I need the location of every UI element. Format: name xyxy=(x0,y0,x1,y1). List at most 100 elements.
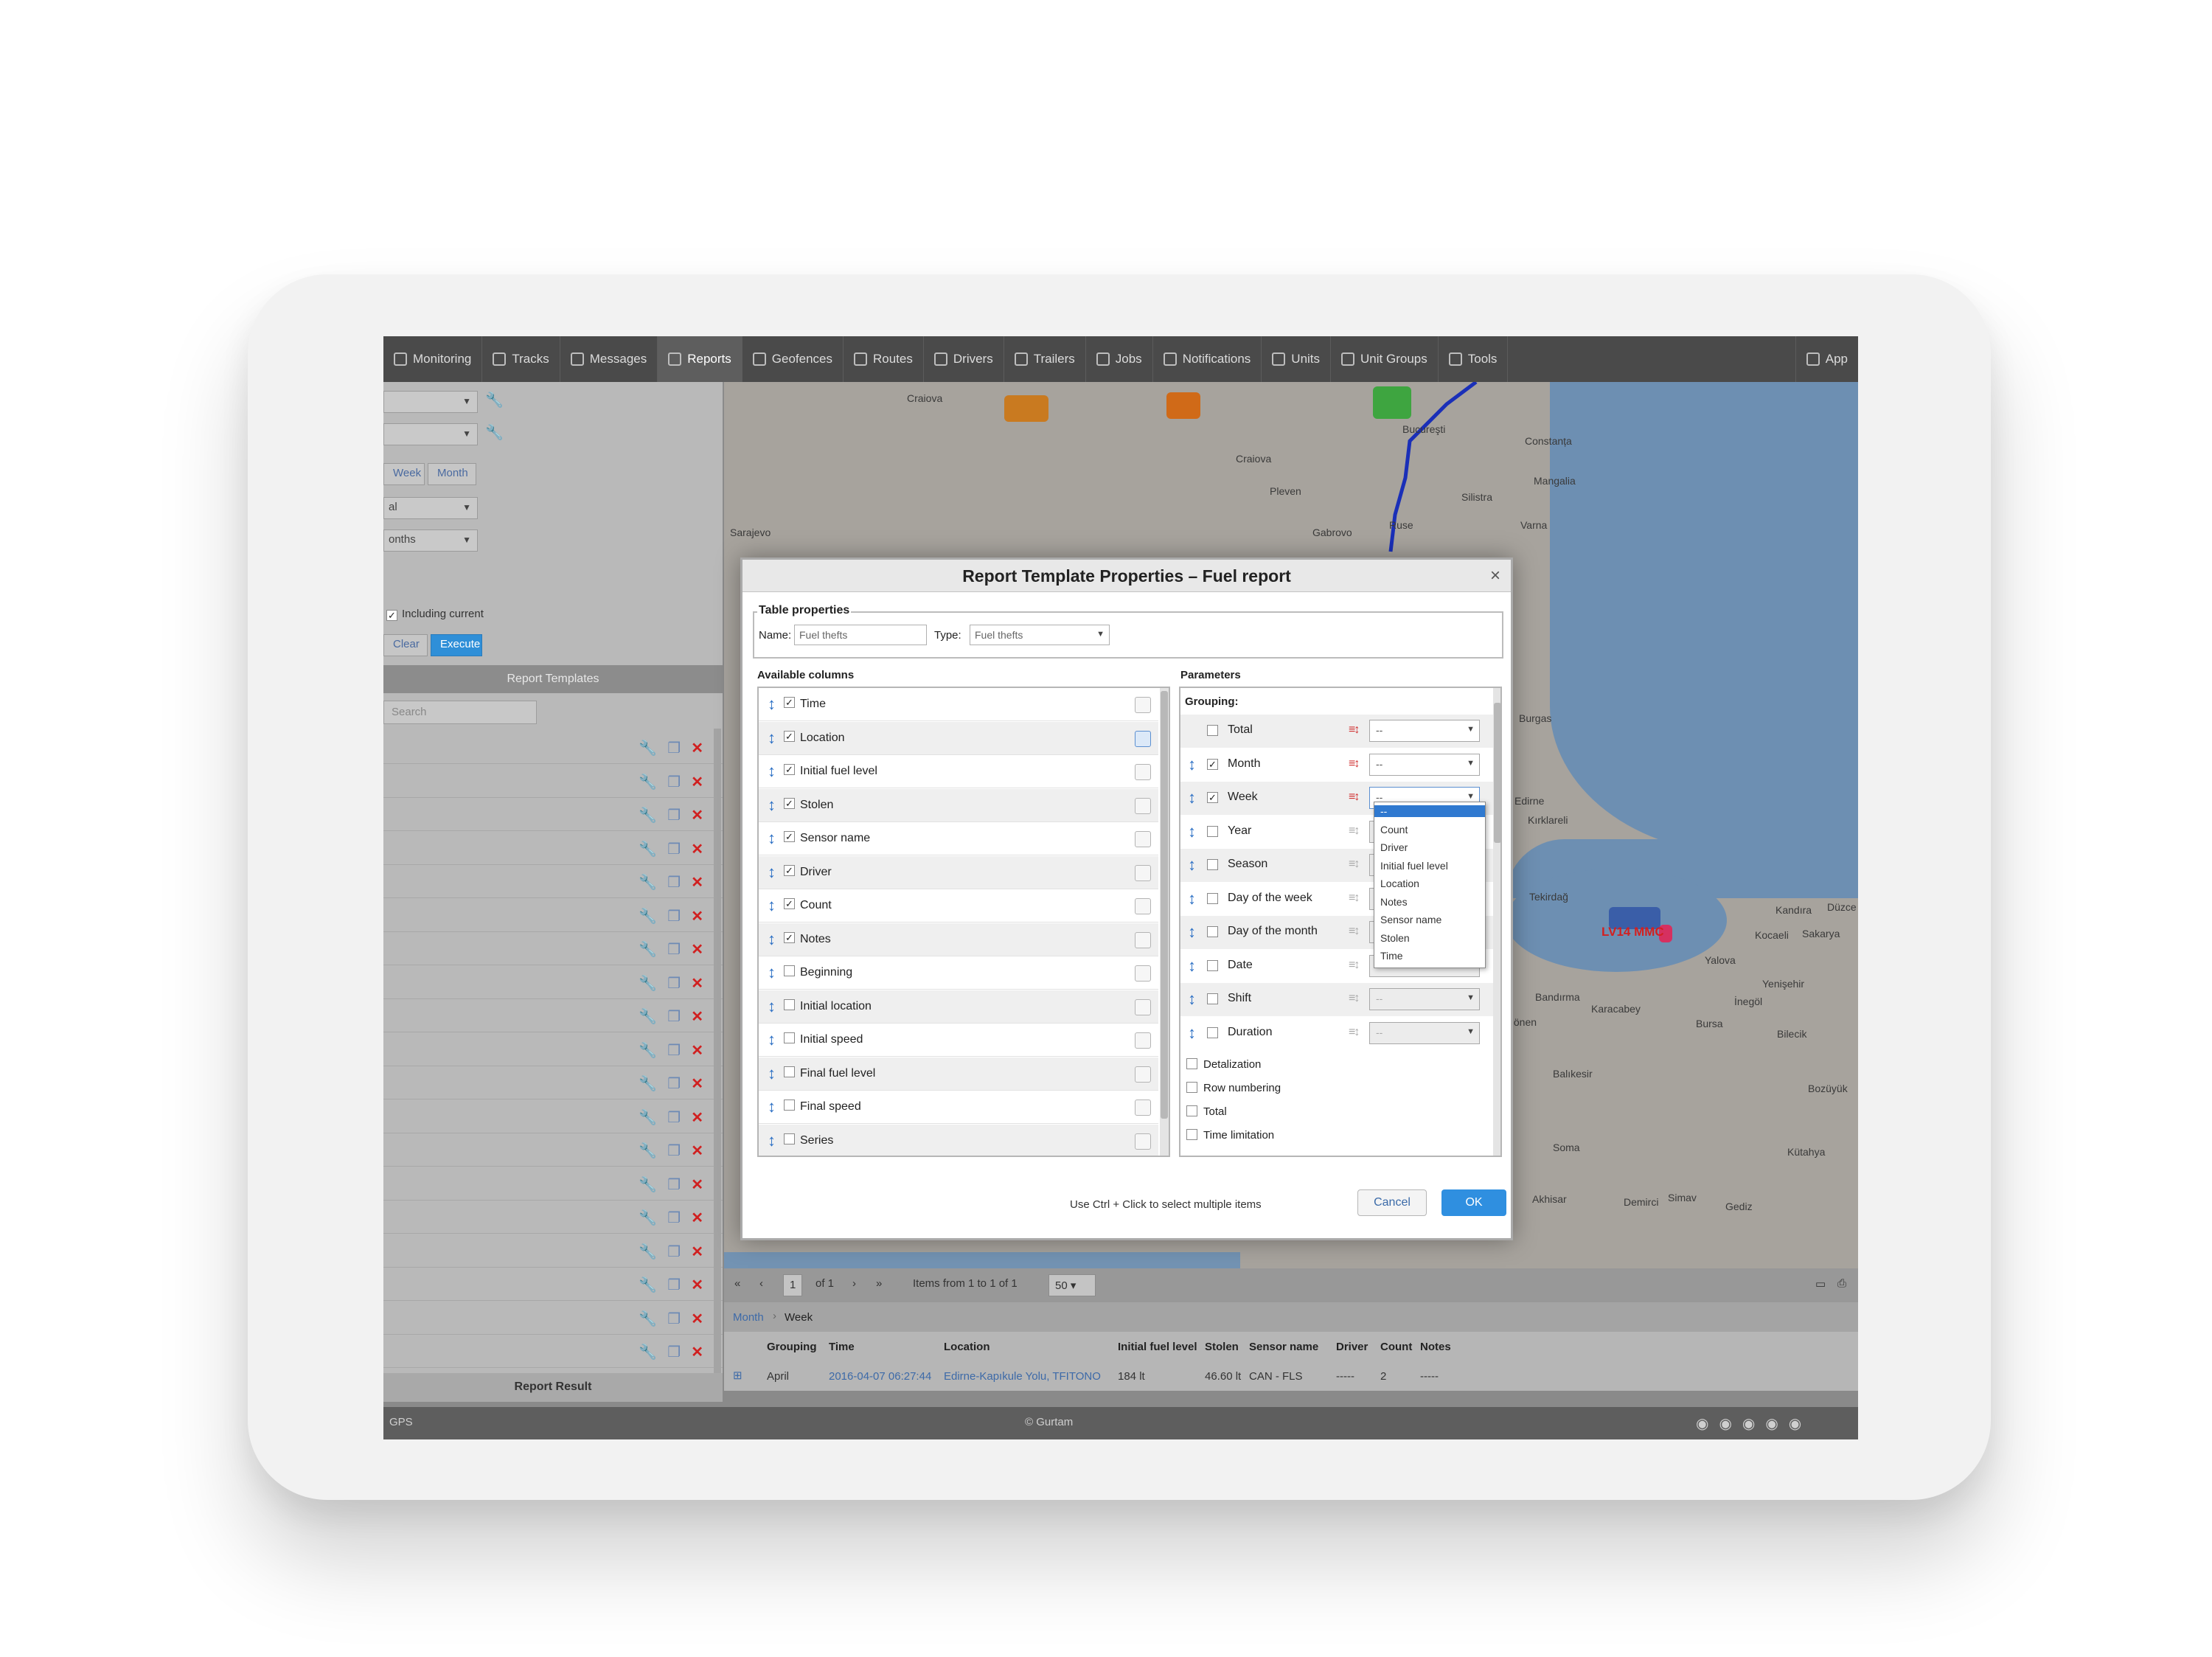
column-checkbox[interactable]: ✓ xyxy=(784,864,795,876)
sort-order-icon[interactable]: ≡↕ xyxy=(1349,1026,1360,1039)
edit-icon[interactable]: 🔧 xyxy=(639,739,657,757)
grouping-item[interactable]: ↕ Shift ≡↕ -- ▼ xyxy=(1180,983,1493,1016)
column-select-box[interactable] xyxy=(1135,931,1151,948)
copy-icon[interactable]: ❐ xyxy=(667,1108,681,1127)
delete-icon[interactable]: ✕ xyxy=(691,873,703,892)
sort-order-icon[interactable]: ≡↕ xyxy=(1349,757,1360,771)
template-row[interactable]: 🔧 ❐ ✕ xyxy=(383,1235,723,1268)
option-item[interactable]: Time limitation xyxy=(1186,1128,1274,1142)
template-row[interactable]: 🔧 ❐ ✕ xyxy=(383,1168,723,1201)
column-item[interactable]: ↕ ✓ Count xyxy=(759,889,1158,923)
dropdown-option[interactable]: Sensor name xyxy=(1380,914,1441,925)
reorder-arrows-icon[interactable]: ↕ xyxy=(768,930,776,949)
reorder-arrows-icon[interactable]: ↕ xyxy=(768,863,776,882)
delete-icon[interactable]: ✕ xyxy=(691,1310,703,1328)
copy-icon[interactable]: ❐ xyxy=(667,873,681,892)
sort-order-icon[interactable]: ≡↕ xyxy=(1349,892,1360,905)
truck-icon[interactable] xyxy=(1373,386,1411,419)
copy-icon[interactable]: ❐ xyxy=(667,974,681,993)
delete-icon[interactable]: ✕ xyxy=(691,1074,703,1093)
template-row[interactable]: 🔧 ❐ ✕ xyxy=(383,1268,723,1301)
edit-icon[interactable]: 🔧 xyxy=(639,1074,657,1093)
dropdown-option[interactable]: Time xyxy=(1380,950,1403,962)
template-row[interactable]: 🔧 ❐ ✕ xyxy=(383,1134,723,1167)
sort-order-icon[interactable]: ≡↕ xyxy=(1349,925,1360,938)
copy-icon[interactable]: ❐ xyxy=(667,1041,681,1060)
column-select-box[interactable] xyxy=(1135,730,1151,747)
option-item[interactable]: Total xyxy=(1186,1104,1227,1118)
column-checkbox[interactable]: ✓ xyxy=(784,931,795,943)
option-checkbox[interactable] xyxy=(1186,1058,1197,1069)
column-select-box[interactable] xyxy=(1135,764,1151,780)
delete-icon[interactable]: ✕ xyxy=(691,907,703,925)
sort-order-icon[interactable]: ≡↕ xyxy=(1349,858,1360,871)
col-sensor-name[interactable]: Sensor name xyxy=(1249,1341,1318,1353)
next-page-icon[interactable]: › xyxy=(852,1277,856,1290)
nav-apps[interactable]: App xyxy=(1795,336,1858,382)
grouping-checkbox[interactable] xyxy=(1207,725,1218,736)
crumb-week[interactable]: Week xyxy=(785,1311,813,1324)
column-item[interactable]: ↕ Beginning xyxy=(759,956,1158,990)
column-select-box[interactable] xyxy=(1135,898,1151,914)
unit-label[interactable]: LV14 MMC xyxy=(1601,925,1664,939)
template-row[interactable]: 🔧 ❐ ✕ xyxy=(383,866,723,898)
template-row[interactable]: 🔧 ❐ ✕ xyxy=(383,1335,723,1368)
delete-icon[interactable]: ✕ xyxy=(691,940,703,959)
grouping-checkbox[interactable] xyxy=(1207,993,1218,1004)
column-item[interactable]: ↕ Initial location xyxy=(759,990,1158,1024)
column-item[interactable]: ↕ ✓ Location xyxy=(759,721,1158,755)
column-checkbox[interactable]: ✓ xyxy=(784,797,795,809)
column-select-box[interactable] xyxy=(1135,1032,1151,1049)
edit-icon[interactable]: 🔧 xyxy=(639,1041,657,1060)
cell-time[interactable]: 2016-04-07 06:27:44 xyxy=(829,1370,931,1383)
grouping-item[interactable]: Total ≡↕ -- ▼ xyxy=(1180,715,1493,748)
reorder-arrows-icon[interactable]: ↕ xyxy=(768,896,776,915)
template-list-scrollbar[interactable] xyxy=(714,729,721,1378)
edit-icon[interactable]: 🔧 xyxy=(639,1276,657,1294)
months-select[interactable]: onths ▼ xyxy=(383,529,478,552)
reorder-arrows-icon[interactable]: ↕ xyxy=(1188,990,1196,1009)
clear-button[interactable]: Clear xyxy=(383,634,428,656)
template-row[interactable]: 🔧 ❐ ✕ xyxy=(383,967,723,999)
grouping-sort-select[interactable]: --▼ xyxy=(1369,988,1480,1010)
layout-icon[interactable]: ▭ xyxy=(1815,1277,1826,1290)
template-row[interactable]: 🔧 ❐ ✕ xyxy=(383,1201,723,1234)
edit-icon[interactable]: 🔧 xyxy=(639,1175,657,1194)
reorder-arrows-icon[interactable]: ↕ xyxy=(1188,822,1196,841)
nav-tab-reports[interactable]: Reports xyxy=(658,336,742,382)
wrench-icon[interactable]: 🔧 xyxy=(485,423,504,442)
nav-tab-trailers[interactable]: Trailers xyxy=(1004,336,1086,382)
reorder-arrows-icon[interactable]: ↕ xyxy=(768,997,776,1016)
column-checkbox[interactable]: ✓ xyxy=(784,898,795,909)
delete-icon[interactable]: ✕ xyxy=(691,806,703,824)
execute-button[interactable]: Execute xyxy=(431,634,482,656)
option-checkbox[interactable] xyxy=(1186,1129,1197,1140)
dropdown-option[interactable]: Initial fuel level xyxy=(1380,860,1448,872)
checkbox[interactable]: ✓ xyxy=(386,610,397,621)
delete-icon[interactable]: ✕ xyxy=(691,1276,703,1294)
column-item[interactable]: ↕ ✓ Stolen xyxy=(759,788,1158,822)
week-sort-dropdown[interactable]: -- Count Driver Initial fuel level Location N… xyxy=(1374,802,1486,968)
reorder-arrows-icon[interactable]: ↕ xyxy=(1188,889,1196,909)
column-item[interactable]: ↕ ✓ Initial fuel level xyxy=(759,755,1158,788)
col-time[interactable]: Time xyxy=(829,1341,855,1353)
column-checkbox[interactable] xyxy=(784,1032,795,1043)
column-select-box[interactable] xyxy=(1135,1100,1151,1116)
edit-icon[interactable]: 🔧 xyxy=(639,1209,657,1227)
edit-icon[interactable]: 🔧 xyxy=(639,940,657,959)
option-item[interactable]: Detalization xyxy=(1186,1057,1261,1071)
column-item[interactable]: ↕ Final fuel level xyxy=(759,1057,1158,1091)
unit-select[interactable]: ▼ xyxy=(383,391,478,413)
edit-icon[interactable]: 🔧 xyxy=(639,907,657,925)
sort-order-icon[interactable]: ≡↕ xyxy=(1349,824,1360,838)
reorder-arrows-icon[interactable]: ↕ xyxy=(1188,788,1196,807)
grouping-checkbox[interactable] xyxy=(1207,892,1218,904)
col-notes[interactable]: Notes xyxy=(1420,1341,1451,1353)
nav-tab-messages[interactable]: Messages xyxy=(560,336,658,382)
nav-tab-monitoring[interactable]: Monitoring xyxy=(383,336,483,382)
copy-icon[interactable]: ❐ xyxy=(667,739,681,757)
edit-icon[interactable]: 🔧 xyxy=(639,1310,657,1328)
option-checkbox[interactable] xyxy=(1186,1105,1197,1116)
grouping-item[interactable]: ↕ Duration ≡↕ -- ▼ xyxy=(1180,1017,1493,1050)
reorder-arrows-icon[interactable]: ↕ xyxy=(768,762,776,781)
